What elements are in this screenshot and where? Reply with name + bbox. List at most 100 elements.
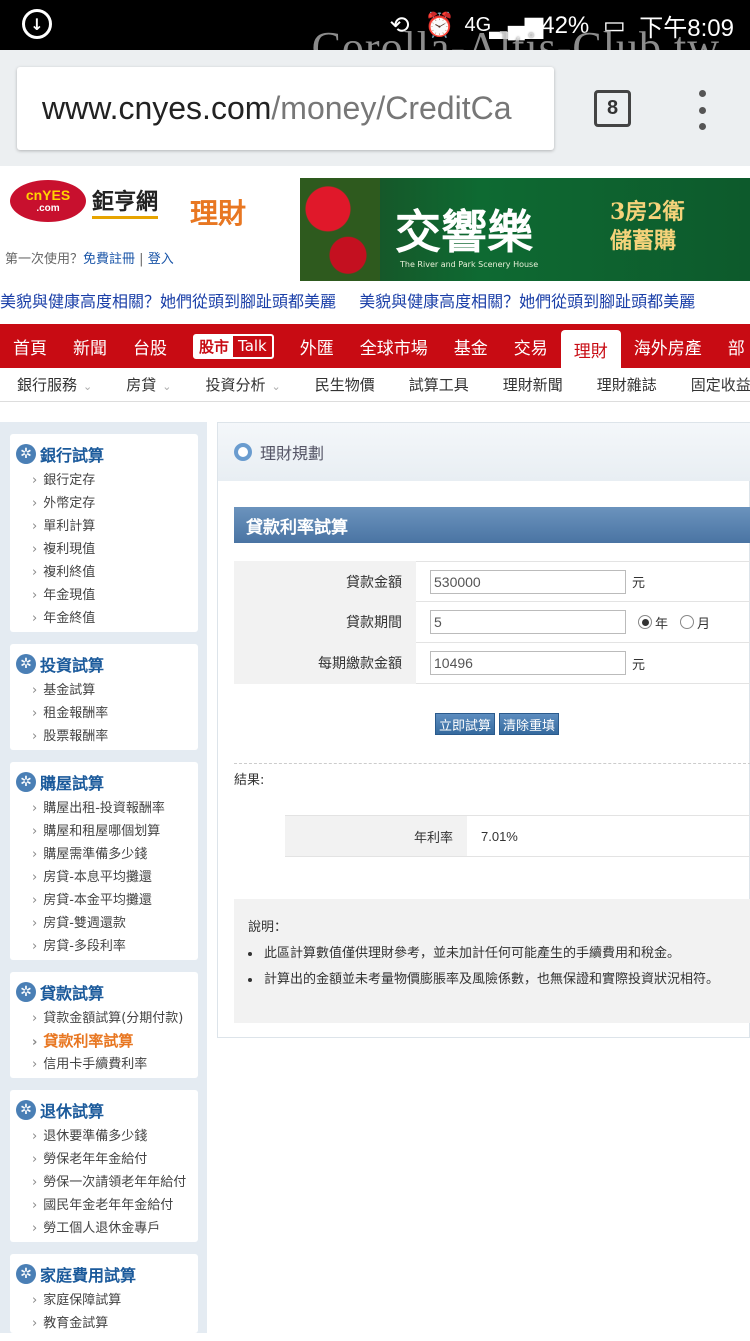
sidebar-group-bank: ✲銀行試算 銀行定存 外幣定存 單利計算 複利現值 複利終值 年金現值 年金終值 (10, 434, 198, 632)
subnav-calc-tools[interactable]: 試算工具 (392, 374, 486, 395)
amount-unit: 元 (632, 576, 646, 591)
loan-period-input[interactable]: 5 (430, 610, 626, 634)
note-item: 此區計算數值僅供理財參考，並未加計任何可能產生的手續費用和稅金。 (262, 941, 737, 967)
payment-input[interactable]: 10496 (430, 651, 626, 675)
sidebar-group-family: ✲家庭費用試算 家庭保障試算 教育金試算 (10, 1254, 198, 1333)
sync-circle-icon: ↓ (22, 9, 52, 39)
gear-icon: ✲ (16, 654, 36, 674)
login-line: 第一次使用？免費註冊 | 登入 (5, 252, 174, 267)
sidebar-item[interactable]: 複利終值 (32, 561, 198, 584)
period-month-radio[interactable] (680, 615, 695, 629)
subnav-finance-magazine[interactable]: 理財雜誌 (580, 374, 674, 395)
cnyes-logo[interactable]: cnYES .com 鉅亨網 (10, 180, 159, 222)
sidebar-item[interactable]: 購屋和租屋哪個划算 (32, 820, 198, 843)
clock: 下午8:09 (639, 15, 734, 42)
sidebar-item[interactable]: 勞保老年年金給付 (32, 1148, 198, 1171)
nav-tw-stock[interactable]: 台股 (120, 324, 180, 368)
nav-forex[interactable]: 外匯 (287, 324, 347, 368)
subnav-finance-news[interactable]: 理財新聞 (486, 374, 580, 395)
sidebar-item[interactable]: 國民年金老年年金給付 (32, 1194, 198, 1217)
sidebar-item[interactable]: 複利現值 (32, 538, 198, 561)
battery-icon: ▭ (602, 12, 626, 39)
loan-amount-input[interactable]: 530000 (430, 569, 626, 594)
sidebar-item[interactable]: 購屋出租-投資報酬率 (32, 797, 198, 820)
nav-news[interactable]: 新聞 (60, 324, 120, 368)
subnav-fixed-income[interactable]: 固定收益⌄ (674, 374, 750, 395)
nav-stock-talk[interactable]: 股市 Talk (180, 324, 287, 368)
chevron-down-icon: ⌄ (162, 380, 172, 393)
sidebar-item[interactable]: 房貸-多段利率 (32, 935, 198, 958)
sidebar-item[interactable]: 房貸-本息平均攤還 (32, 866, 198, 889)
sidebar-item[interactable]: 信用卡手續費利率 (32, 1053, 198, 1076)
status-bar: ↓ ⟲ ⏰ 4G ▂▄▆ 42% ▭ 下午8:09 Corolla-Altis-… (0, 0, 750, 72)
sidebar-item[interactable]: 外幣定存 (32, 492, 198, 515)
gear-icon: ✲ (16, 444, 36, 464)
sidebar-item[interactable]: 單利計算 (32, 515, 198, 538)
result-row: 年利率 7.01% (285, 815, 750, 857)
payment-unit: 元 (632, 657, 646, 673)
sidebar-item[interactable]: 貸款金額試算(分期付款) (32, 1007, 198, 1030)
ad-banner[interactable]: 交響樂 The River and Park Scenery House 3房2… (300, 178, 750, 281)
rate-label: 年利率 (285, 816, 467, 856)
subnav-mortgage[interactable]: 房貸 ⌄ (109, 374, 188, 395)
sidebar-item[interactable]: 勞保一次請領老年年給付 (32, 1171, 198, 1194)
sidebar-item[interactable]: 股票報酬率 (32, 725, 198, 748)
network-type: 4G (464, 14, 492, 36)
amount-label: 貸款金額 (234, 561, 416, 602)
gear-icon: ✲ (16, 772, 36, 792)
payment-label: 每期繳款金額 (234, 642, 416, 684)
ad-offer: 3房2衛 儲蓄購 (610, 199, 685, 254)
nav-trade[interactable]: 交易 (501, 324, 561, 368)
sidebar-item-current[interactable]: 貸款利率試算 (32, 1030, 198, 1053)
sidebar-item[interactable]: 年金現值 (32, 584, 198, 607)
nav-overseas-property[interactable]: 海外房產 (621, 324, 715, 368)
sidebar-item[interactable]: 銀行定存 (32, 469, 198, 492)
nav-fund[interactable]: 基金 (441, 324, 501, 368)
sidebar-item[interactable]: 購屋需準備多少錢 (32, 843, 198, 866)
section-title: 理財 (190, 197, 247, 230)
nav-global-market[interactable]: 全球市場 (347, 324, 441, 368)
url-bar[interactable]: www.cnyes.com/money/CreditCa (17, 67, 554, 150)
sidebar: ✲銀行試算 銀行定存 外幣定存 單利計算 複利現值 複利終值 年金現值 年金終值… (0, 422, 207, 1333)
sidebar-group-house: ✲購屋試算 購屋出租-投資報酬率 購屋和租屋哪個划算 購屋需準備多少錢 房貸-本… (10, 762, 198, 960)
url-path: /money/CreditCa (271, 90, 512, 126)
tab-switcher-button[interactable]: 8 (594, 90, 631, 127)
sidebar-item[interactable]: 勞工個人退休金專戶 (32, 1217, 198, 1240)
main-nav: 首頁 新聞 台股 股市 Talk 外匯 全球市場 基金 交易 理財 海外房產 部 (0, 324, 750, 368)
sidebar-item[interactable]: 基金試算 (32, 679, 198, 702)
overflow-menu-icon[interactable] (692, 90, 712, 130)
chevron-down-icon: ⌄ (271, 380, 281, 393)
sidebar-item[interactable]: 房貸-雙週還款 (32, 912, 198, 935)
calc-form: 貸款金額 530000 元 貸款期間 5 年 月 每期繳款金額 10496 元 (234, 561, 750, 684)
logo-name: 鉅亨網 (92, 184, 159, 219)
headline-ticker[interactable]: 美貌與健康高度相關？她們從頭到腳趾頭都美麗 美貌與健康高度相關？她們從頭到腳趾頭… (0, 288, 750, 316)
nav-home[interactable]: 首頁 (0, 324, 60, 368)
sidebar-item[interactable]: 教育金試算 (32, 1312, 198, 1335)
notes-box: 說明： 此區計算數值僅供理財參考，並未加計任何可能產生的手續費用和稅金。 計算出… (234, 899, 750, 1023)
sidebar-item[interactable]: 退休要準備多少錢 (32, 1125, 198, 1148)
nav-finance[interactable]: 理財 (560, 330, 621, 368)
sub-nav: 銀行服務 ⌄ 房貸 ⌄ 投資分析 ⌄ 民生物價 試算工具 理財新聞 理財雜誌 固定收益… (0, 368, 750, 402)
subnav-prices[interactable]: 民生物價 (298, 374, 392, 395)
reset-button[interactable]: 清除重填 (499, 713, 560, 735)
sidebar-item[interactable]: 家庭保障試算 (32, 1289, 198, 1312)
register-link[interactable]: 免費註冊 (83, 252, 135, 267)
divider (234, 763, 750, 764)
ticker-item[interactable]: 美貌與健康高度相關？她們從頭到腳趾頭都美麗 (0, 292, 336, 311)
sidebar-item[interactable]: 租金報酬率 (32, 702, 198, 725)
sidebar-item[interactable]: 房貸-本金平均攤還 (32, 889, 198, 912)
form-buttons: 立即試算 清除重填 (435, 713, 560, 735)
url-host: www.cnyes.com (42, 90, 272, 126)
page-title: 貸款利率試算 (234, 507, 750, 543)
nav-more[interactable]: 部 (715, 324, 750, 368)
period-label: 貸款期間 (234, 601, 416, 643)
subnav-bank-service[interactable]: 銀行服務 ⌄ (0, 374, 109, 395)
subnav-investment[interactable]: 投資分析 ⌄ (188, 374, 297, 395)
ticker-item[interactable]: 美貌與健康高度相關？她們從頭到腳趾頭都美麗 (359, 292, 695, 311)
login-link[interactable]: 登入 (148, 252, 174, 267)
signal-icon: ▂▄▆ (489, 12, 544, 39)
sidebar-item[interactable]: 年金終值 (32, 607, 198, 630)
calculate-button[interactable]: 立即試算 (435, 713, 496, 735)
ad-title: 交響樂 (395, 205, 533, 259)
period-year-radio[interactable] (638, 615, 652, 629)
